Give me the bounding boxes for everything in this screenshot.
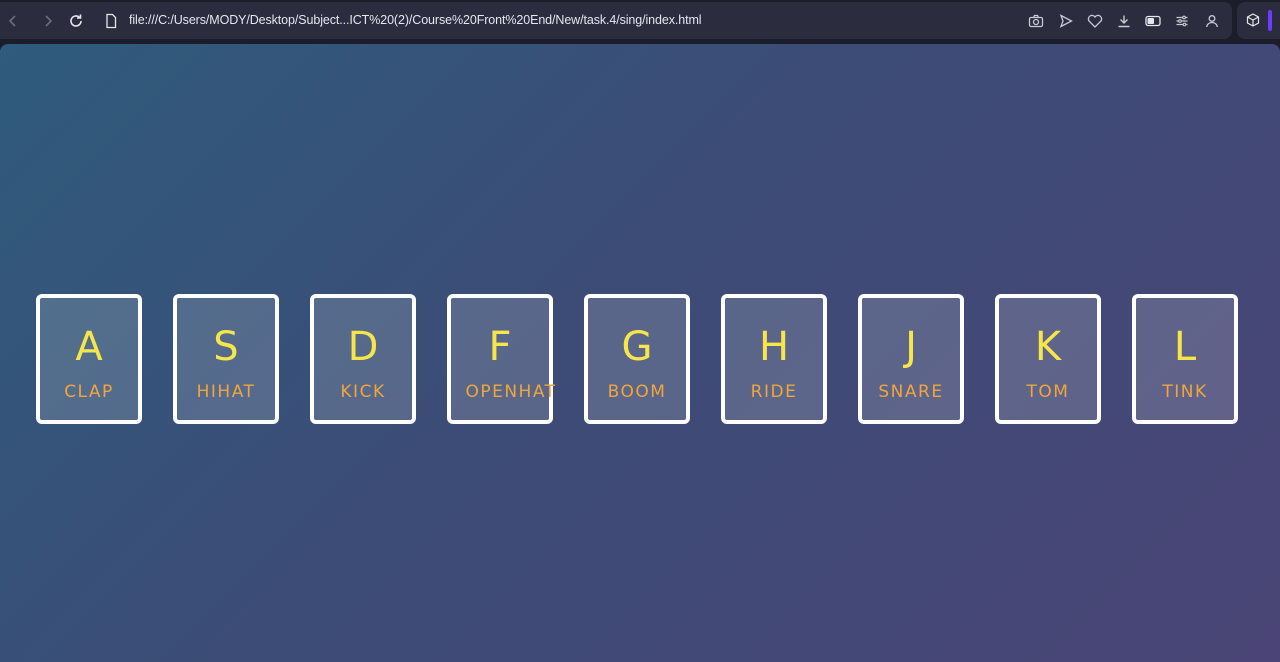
- reload-icon[interactable]: [66, 11, 86, 31]
- key-sound-label: SNARE: [878, 382, 944, 402]
- key-letter: F: [488, 324, 512, 370]
- key-letter: J: [905, 324, 917, 370]
- key-sound-label: BOOM: [607, 382, 667, 402]
- page-content: A CLAP S HIHAT D KICK F OPENHAT G BOOM H…: [0, 44, 1280, 662]
- extensions-panel: [1237, 2, 1280, 39]
- drum-keys: A CLAP S HIHAT D KICK F OPENHAT G BOOM H…: [36, 294, 1246, 424]
- drum-key-j[interactable]: J SNARE: [858, 294, 964, 424]
- key-letter: H: [758, 324, 790, 370]
- drum-key-f[interactable]: F OPENHAT: [447, 294, 555, 424]
- key-letter: D: [347, 324, 379, 370]
- key-sound-label: CLAP: [64, 382, 114, 402]
- send-icon[interactable]: [1057, 12, 1075, 30]
- key-letter: S: [213, 324, 239, 370]
- profile-icon[interactable]: [1203, 12, 1221, 30]
- page-info-icon[interactable]: [101, 11, 121, 31]
- drum-key-a[interactable]: A CLAP: [36, 294, 142, 424]
- download-icon[interactable]: [1115, 12, 1133, 30]
- drum-key-s[interactable]: S HIHAT: [173, 294, 279, 424]
- key-sound-label: RIDE: [750, 382, 798, 402]
- browser-chrome: file:///C:/Users/MODY/Desktop/Subject...…: [0, 0, 1280, 42]
- drum-key-g[interactable]: G BOOM: [584, 294, 690, 424]
- key-sound-label: HIHAT: [196, 382, 256, 402]
- address-bar-url[interactable]: file:///C:/Users/MODY/Desktop/Subject...…: [129, 13, 702, 27]
- key-letter: G: [621, 324, 653, 370]
- extension-icon[interactable]: [1244, 11, 1262, 29]
- heart-icon[interactable]: [1086, 12, 1104, 30]
- back-icon[interactable]: [3, 11, 23, 31]
- key-sound-label: KICK: [340, 382, 386, 402]
- sidebar-accent-bar: [1268, 10, 1272, 31]
- key-letter: L: [1173, 324, 1197, 370]
- drum-key-l[interactable]: L TINK: [1132, 294, 1238, 424]
- drum-key-d[interactable]: D KICK: [310, 294, 416, 424]
- toggle-icon[interactable]: [1144, 12, 1162, 30]
- key-letter: A: [75, 324, 103, 370]
- settings-icon[interactable]: [1173, 12, 1191, 30]
- browser-toolbar: file:///C:/Users/MODY/Desktop/Subject...…: [0, 2, 1232, 39]
- drum-key-h[interactable]: H RIDE: [721, 294, 827, 424]
- key-sound-label: TOM: [1026, 382, 1070, 402]
- forward-icon[interactable]: [38, 11, 58, 31]
- key-sound-label: TINK: [1162, 382, 1208, 402]
- key-letter: K: [1034, 324, 1062, 370]
- camera-icon[interactable]: [1027, 12, 1045, 30]
- drum-key-k[interactable]: K TOM: [995, 294, 1101, 424]
